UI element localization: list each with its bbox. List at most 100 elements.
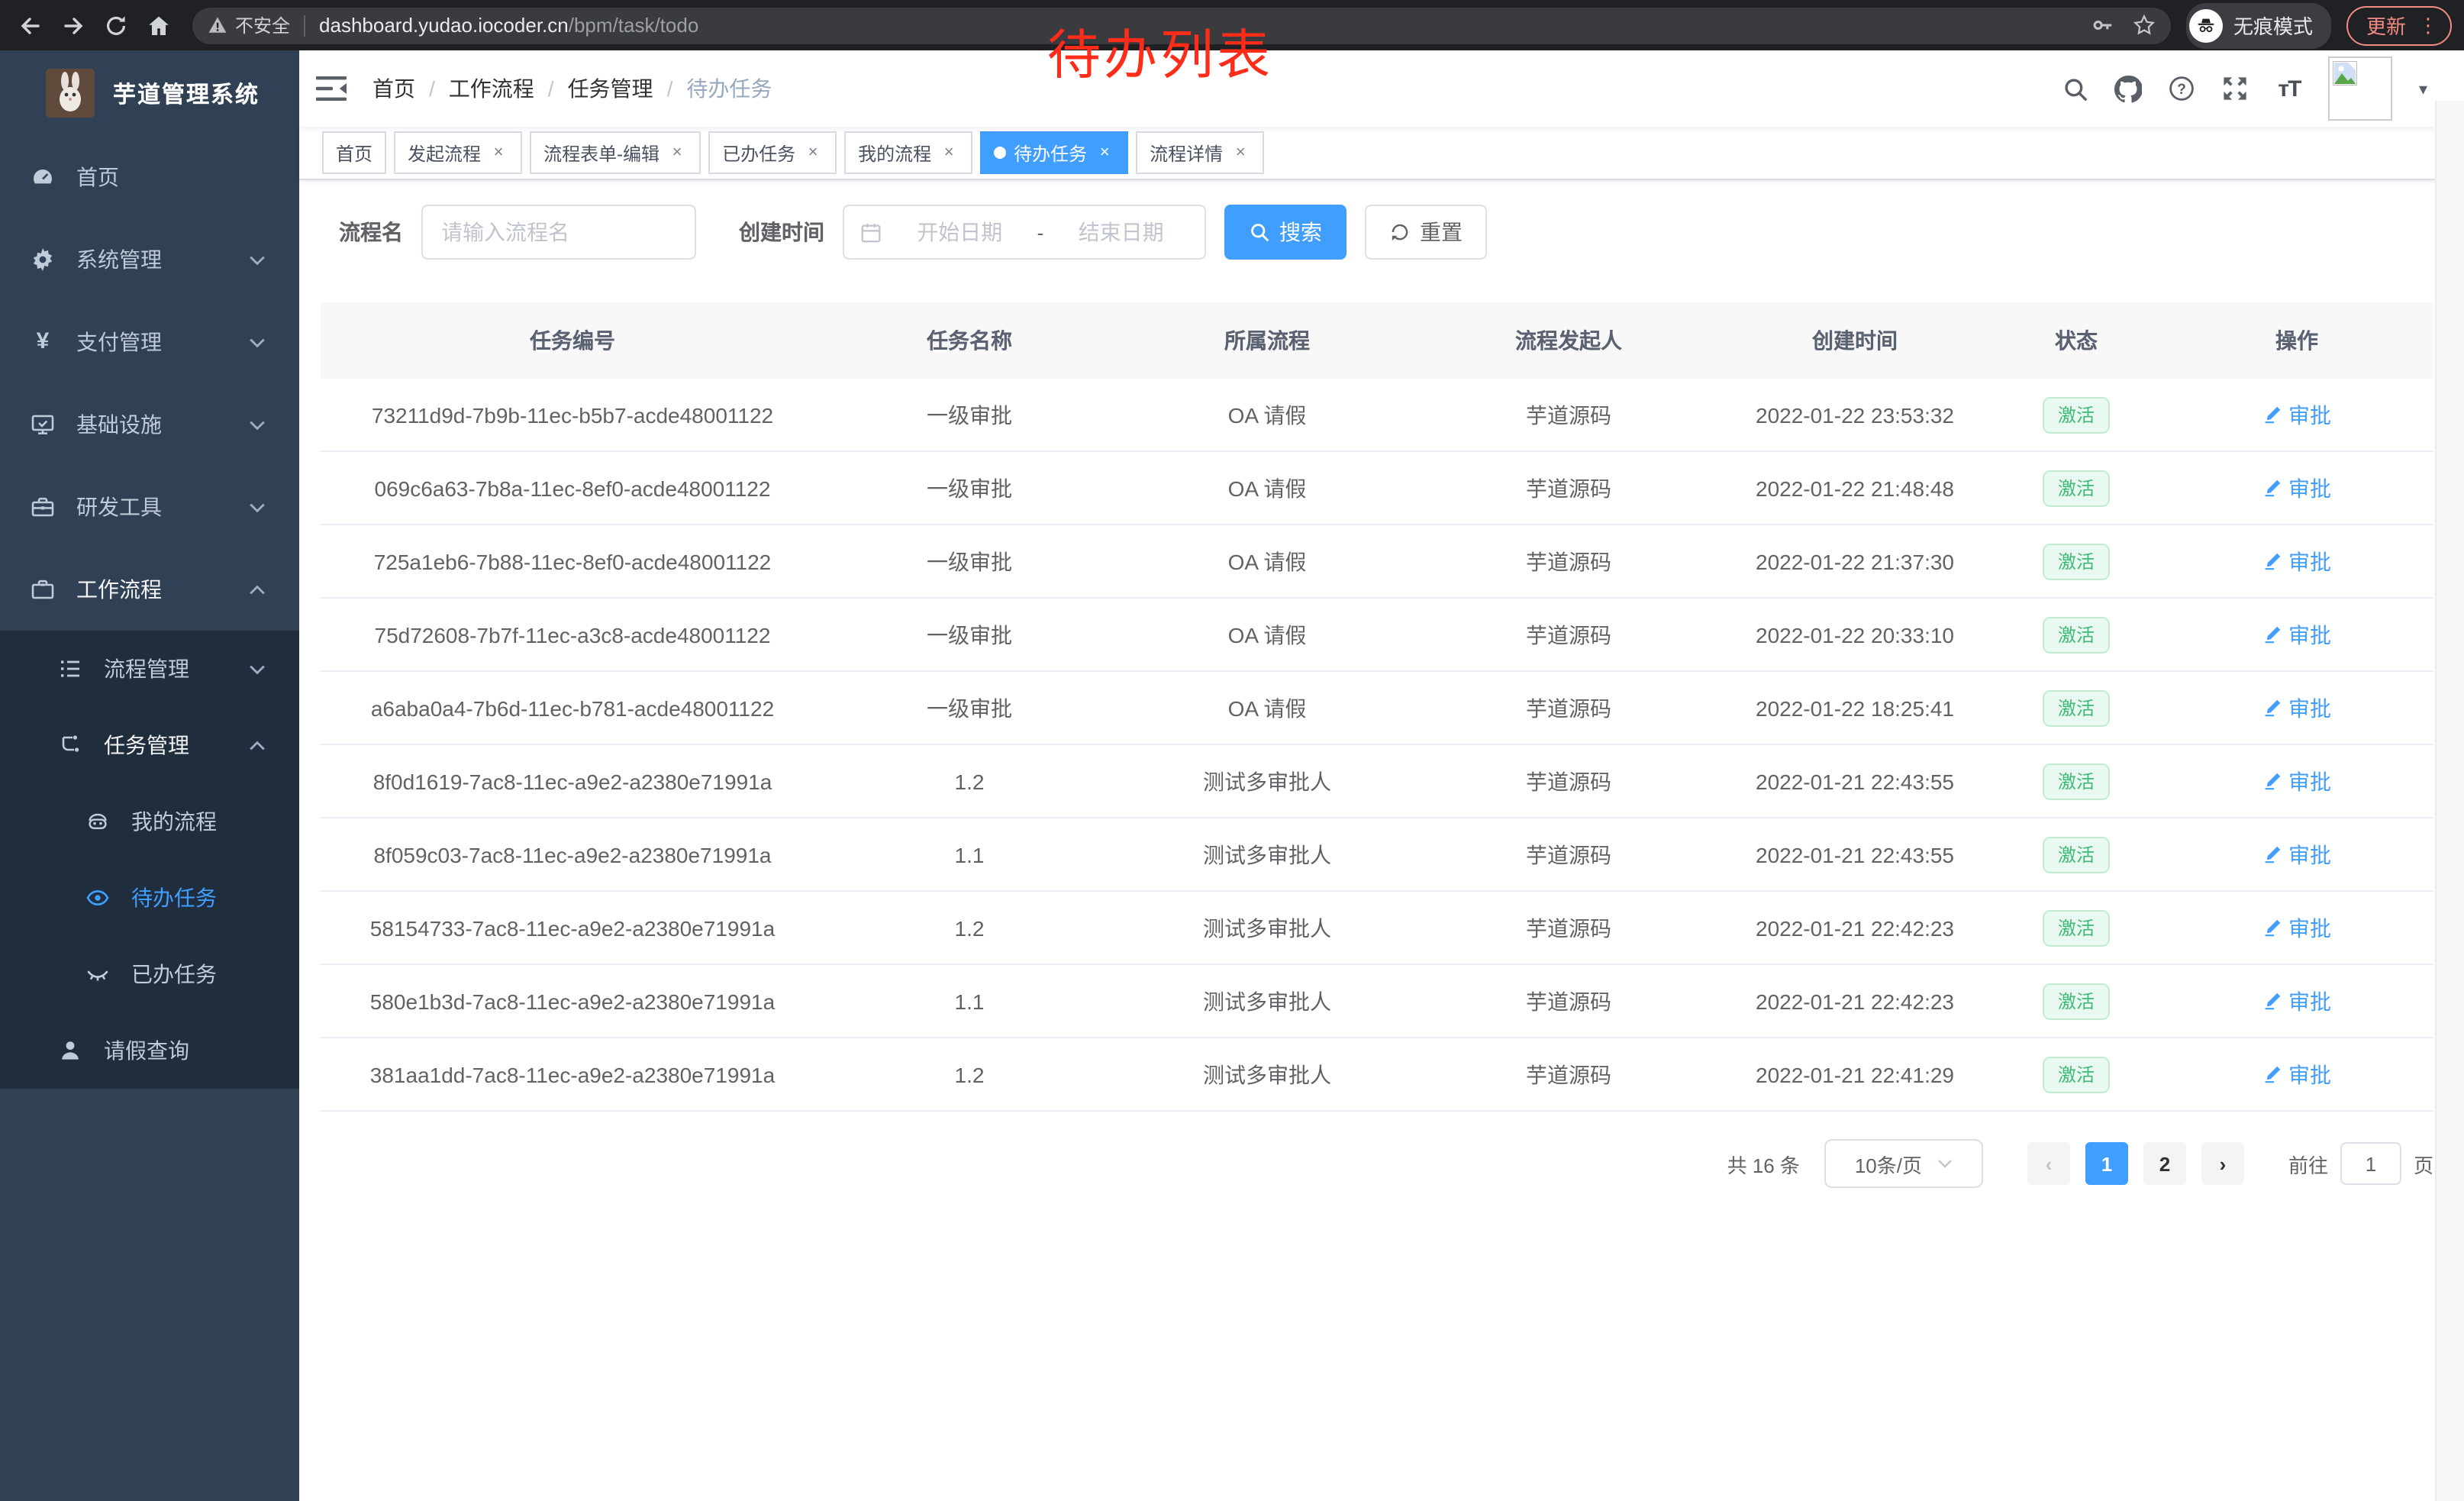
sidebar-item-todo-tasks[interactable]: 待办任务 [0,860,299,936]
sidebar-item-leave-query[interactable]: 请假查询 [0,1012,299,1089]
approve-link[interactable]: 审批 [2262,912,2331,943]
back-icon[interactable] [12,7,49,44]
dropdown-caret-icon[interactable]: ▾ [2419,79,2427,98]
approve-link[interactable]: 审批 [2262,473,2331,503]
incognito-label: 无痕模式 [2233,11,2313,40]
close-icon[interactable]: × [939,143,959,163]
page-button-1[interactable]: 1 [2085,1142,2128,1185]
status-badge: 激活 [2043,1056,2110,1093]
tags-view: 首页 发起流程× 流程表单-编辑× 已办任务× 我的流程× 待办任务× 流程详情… [299,127,2464,180]
tab-done-tasks[interactable]: 已办任务× [708,131,837,174]
key-icon[interactable] [2091,14,2114,37]
status-badge: 激活 [2043,689,2110,726]
active-dot [994,147,1006,159]
github-icon[interactable] [2115,75,2143,102]
sidebar-item-payment[interactable]: ¥ 支付管理 [0,301,299,383]
close-icon[interactable]: × [803,143,823,163]
font-size-icon[interactable]: ᴛT [2275,75,2303,102]
sidebar-item-devtools[interactable]: 研发工具 [0,466,299,548]
approve-link[interactable]: 审批 [2262,546,2331,576]
site-security-chip[interactable]: 不安全 [208,12,290,38]
prev-page-button[interactable]: ‹ [2027,1142,2070,1185]
browser-menu-icon[interactable]: ⋮ [2418,15,2438,35]
tab-start-process[interactable]: 发起流程× [394,131,522,174]
update-button[interactable]: 更新 ⋮ [2346,5,2452,45]
table-row: 58154733-7ac8-11ec-a9e2-a2380e71991a 1.2… [321,891,2433,964]
cell-actions: 审批 [2160,818,2433,891]
sidebar-item-task-mgmt[interactable]: 任务管理 [0,707,299,783]
sidebar-item-done-tasks[interactable]: 已办任务 [0,936,299,1012]
sidebar-item-process-mgmt[interactable]: 流程管理 [0,631,299,707]
cell-task-id: 8f0d1619-7ac8-11ec-a9e2-a2380e71991a [321,744,824,818]
app-logo[interactable]: 芋道管理系统 [0,50,299,136]
status-badge: 激活 [2043,836,2110,873]
close-icon[interactable]: × [489,143,508,163]
tab-form-edit[interactable]: 流程表单-编辑× [530,131,701,174]
table-header: 任务编号 任务名称 所属流程 流程发起人 创建时间 状态 操作 [321,302,2433,379]
process-name-input[interactable] [421,205,696,260]
fullscreen-icon[interactable] [2222,75,2250,102]
tab-my-process[interactable]: 我的流程× [844,131,972,174]
divider [304,15,305,36]
breadcrumb-home[interactable]: 首页 [373,73,415,104]
close-icon[interactable]: × [1230,143,1250,163]
goto-page-input[interactable] [2340,1142,2401,1185]
sidebar-item-workflow[interactable]: 工作流程 [0,548,299,631]
cell-task-name: 1.1 [824,818,1114,891]
breadcrumb-task-mgmt[interactable]: 任务管理 [568,73,653,104]
search-icon[interactable] [2062,75,2089,102]
tab-process-detail[interactable]: 流程详情× [1136,131,1264,174]
cell-initiator: 芋道源码 [1420,744,1717,818]
approve-link[interactable]: 审批 [2262,839,2331,870]
breadcrumb-workflow[interactable]: 工作流程 [449,73,534,104]
cell-created: 2022-01-21 22:41:29 [1717,1038,1992,1111]
cell-process: 测试多审批人 [1114,1038,1420,1111]
forward-icon[interactable] [55,7,92,44]
cell-actions: 审批 [2160,744,2433,818]
logo-image [46,69,95,118]
close-icon[interactable]: × [667,143,687,163]
sidebar-item-infrastructure[interactable]: 基础设施 [0,383,299,466]
reset-button[interactable]: 重置 [1365,205,1487,260]
cell-actions: 审批 [2160,964,2433,1038]
tab-todo-tasks[interactable]: 待办任务× [980,131,1128,174]
approve-link[interactable]: 审批 [2262,766,2331,796]
approve-link[interactable]: 审批 [2262,692,2331,723]
cell-task-name: 一级审批 [824,525,1114,598]
goto-label: 前往 [2288,1149,2328,1178]
star-icon[interactable] [2133,14,2156,37]
page-button-2[interactable]: 2 [2143,1142,2186,1185]
edit-icon [2262,405,2282,424]
col-task-name: 任务名称 [824,302,1114,379]
sidebar: 芋道管理系统 首页 系统管理 ¥ 支付管理 [0,50,299,1501]
approve-link[interactable]: 审批 [2262,986,2331,1016]
approve-link[interactable]: 审批 [2262,619,2331,650]
help-icon[interactable]: ? [2169,75,2196,102]
avatar[interactable] [2329,56,2393,121]
cell-task-id: 8f059c03-7ac8-11ec-a9e2-a2380e71991a [321,818,824,891]
filter-bar: 流程名 创建时间 开始日期 - 结束日期 搜索 [339,205,2464,260]
sidebar-item-system[interactable]: 系统管理 [0,218,299,301]
table-row: 725a1eb6-7b88-11ec-8ef0-acde48001122 一级审… [321,525,2433,598]
prev-icon: ‹ [2046,1152,2053,1175]
search-button[interactable]: 搜索 [1224,205,1346,260]
sidebar-item-home[interactable]: 首页 [0,136,299,218]
approve-link[interactable]: 审批 [2262,399,2331,430]
cell-actions: 审批 [2160,379,2433,451]
home-icon[interactable] [140,7,177,44]
approve-link[interactable]: 审批 [2262,1059,2331,1089]
tab-home[interactable]: 首页 [322,131,386,174]
edit-icon [2262,1064,2282,1084]
workflow-submenu: 流程管理 任务管理 我的流程 待办任务 [0,631,299,1089]
next-page-button[interactable]: › [2201,1142,2244,1185]
sidebar-item-my-process[interactable]: 我的流程 [0,783,299,860]
cell-actions: 审批 [2160,891,2433,964]
cell-process: OA 请假 [1114,598,1420,671]
page-scrollbar[interactable] [2435,101,2464,1501]
page-size-select[interactable]: 10条/页 [1824,1139,1983,1188]
reload-icon[interactable] [98,7,134,44]
navbar-actions: ? ᴛT ▾ [2062,56,2427,121]
close-icon[interactable]: × [1095,143,1114,163]
sidebar-collapse-icon[interactable] [314,73,348,104]
date-range-picker[interactable]: 开始日期 - 结束日期 [843,205,1206,260]
